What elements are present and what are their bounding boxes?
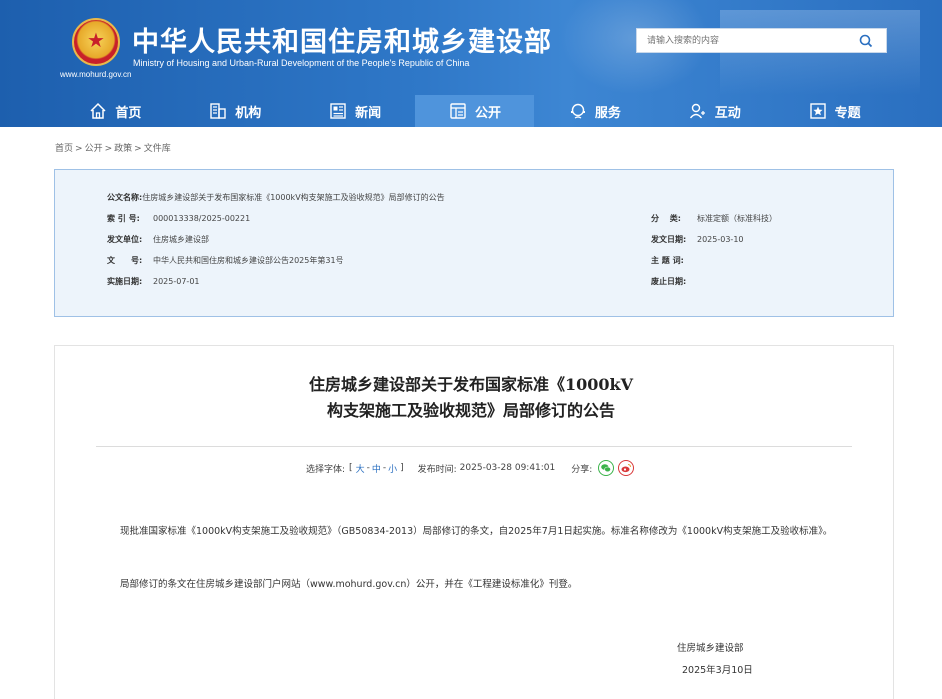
- search-box: [636, 28, 887, 53]
- main-nav: 首页 机构 新闻 公开 服务 互动 专题: [55, 95, 894, 127]
- site-url: www.mohurd.gov.cn: [60, 70, 132, 79]
- info-value: 000013338/2025-00221: [153, 214, 251, 223]
- search-input[interactable]: [637, 29, 852, 52]
- info-value: 住房城乡建设部: [153, 235, 209, 244]
- breadcrumb-home[interactable]: 首页: [55, 144, 73, 154]
- publish-time: 2025-03-28 09:41:01: [459, 463, 556, 473]
- info-repeal-date: 废止日期:: [651, 276, 697, 287]
- article-title-line: 住房城乡建设部关于发布国家标准《1000kV: [308, 375, 634, 394]
- publish-time-label: 发布时间:: [417, 464, 457, 475]
- info-label: 实施日期:: [107, 277, 143, 286]
- national-emblem-icon[interactable]: ★: [72, 18, 120, 66]
- font-large-link[interactable]: 大: [356, 462, 365, 475]
- article-paragraph: 局部修订的条文在住房城乡建设部门户网站（www.mohurd.gov.cn）公开…: [120, 579, 578, 590]
- nav-label: 首页: [115, 105, 142, 121]
- info-value: 2025-07-01: [153, 277, 200, 286]
- sign-date: 2025年3月10日: [682, 665, 753, 676]
- info-value: 住房城乡建设部关于发布国家标准《1000kV构支架施工及验收规范》局部修订的公告: [142, 193, 445, 202]
- news-icon: [330, 103, 346, 119]
- breadcrumb-policy[interactable]: 政策: [114, 144, 132, 154]
- font-separator: -: [366, 463, 370, 473]
- home-icon: [90, 102, 106, 119]
- open-icon: [450, 103, 466, 119]
- info-label: 公文名称:: [107, 193, 143, 202]
- info-doc-no: 文 号: 中华人民共和国住房和城乡建设部公告2025年第31号: [107, 255, 344, 266]
- info-label: 主 题 词:: [651, 256, 684, 265]
- info-effective-date: 实施日期: 2025-07-01: [107, 276, 200, 287]
- nav-label: 机构: [235, 105, 262, 121]
- service-icon: [570, 103, 585, 119]
- nav-label: 专题: [834, 105, 861, 121]
- nav-item-news[interactable]: 新闻: [295, 95, 415, 127]
- breadcrumb-library[interactable]: 文件库: [144, 144, 171, 154]
- site-title[interactable]: 中华人民共和国住房和城乡建设部: [132, 20, 552, 59]
- nav-label: 服务: [594, 105, 621, 121]
- info-label: 分 类:: [651, 214, 681, 223]
- search-icon[interactable]: [858, 33, 874, 49]
- info-category: 分 类: 标准定额（标准科技）: [651, 213, 777, 224]
- nav-item-home[interactable]: 首页: [55, 95, 175, 127]
- info-label: 发文单位:: [107, 235, 143, 244]
- info-doc-name: 公文名称:住房城乡建设部关于发布国家标准《1000kV构支架施工及验收规范》局部…: [107, 192, 445, 203]
- nav-item-topic[interactable]: 专题: [774, 95, 894, 127]
- article-title-line: 构支架施工及验收规范》局部修订的公告: [326, 401, 615, 420]
- nav-label: 公开: [475, 105, 502, 121]
- font-medium-link[interactable]: 中: [372, 462, 381, 475]
- nav-label: 互动: [714, 105, 741, 121]
- topic-icon: [809, 103, 826, 119]
- wechat-share-icon[interactable]: [598, 460, 615, 476]
- site-header: ★ www.mohurd.gov.cn 中华人民共和国住房和城乡建设部 Mini…: [0, 0, 942, 127]
- info-label: 文 号:: [107, 256, 143, 265]
- breadcrumb: 首页 > 公开 > 政策 > 文件库: [55, 144, 171, 154]
- site-subtitle: Ministry of Housing and Urban-Rural Deve…: [133, 58, 470, 68]
- info-issue-date: 发文日期: 2025-03-10: [651, 234, 744, 245]
- info-label: 废止日期:: [651, 277, 687, 286]
- nav-label: 新闻: [355, 105, 382, 121]
- info-value: 2025-03-10: [697, 235, 744, 244]
- info-value: 中华人民共和国住房和城乡建设部公告2025年第31号: [153, 256, 344, 265]
- weibo-share-icon[interactable]: [618, 460, 635, 476]
- info-label: 索 引 号:: [107, 214, 140, 223]
- font-small-link[interactable]: 小: [388, 462, 397, 475]
- building-icon: [210, 103, 226, 119]
- article-title: 住房城乡建设部关于发布国家标准《1000kV 构支架施工及验收规范》局部修订的公…: [0, 372, 942, 424]
- share-label: 分享:: [571, 464, 593, 475]
- info-value: 标准定额（标准科技）: [697, 214, 777, 223]
- nav-item-open[interactable]: 公开: [414, 95, 535, 127]
- breadcrumb-open[interactable]: 公开: [85, 144, 103, 154]
- nav-item-interact[interactable]: 互动: [654, 95, 774, 127]
- info-index: 索 引 号: 000013338/2025-00221: [107, 213, 250, 224]
- nav-item-service[interactable]: 服务: [534, 95, 654, 127]
- article-meta: 选择字体: [ 大 - 中 - 小 ] 发布时间: 2025-03-28 09:…: [306, 460, 635, 476]
- interact-icon: [689, 103, 705, 119]
- font-separator: -: [382, 463, 387, 473]
- info-issuer: 发文单位: 住房城乡建设部: [107, 234, 209, 245]
- nav-item-organization[interactable]: 机构: [175, 95, 295, 127]
- info-label: 发文日期:: [651, 235, 687, 244]
- signature: 住房城乡建设部: [677, 643, 744, 654]
- title-divider: [96, 446, 852, 447]
- bracket: [: [349, 463, 353, 473]
- bracket: ]: [400, 463, 404, 473]
- info-subject: 主 题 词:: [651, 255, 697, 266]
- font-size-label: 选择字体:: [306, 464, 346, 475]
- article-paragraph: 现批准国家标准《1000kV构支架施工及验收规范》（GB50834-2013）局…: [120, 526, 833, 537]
